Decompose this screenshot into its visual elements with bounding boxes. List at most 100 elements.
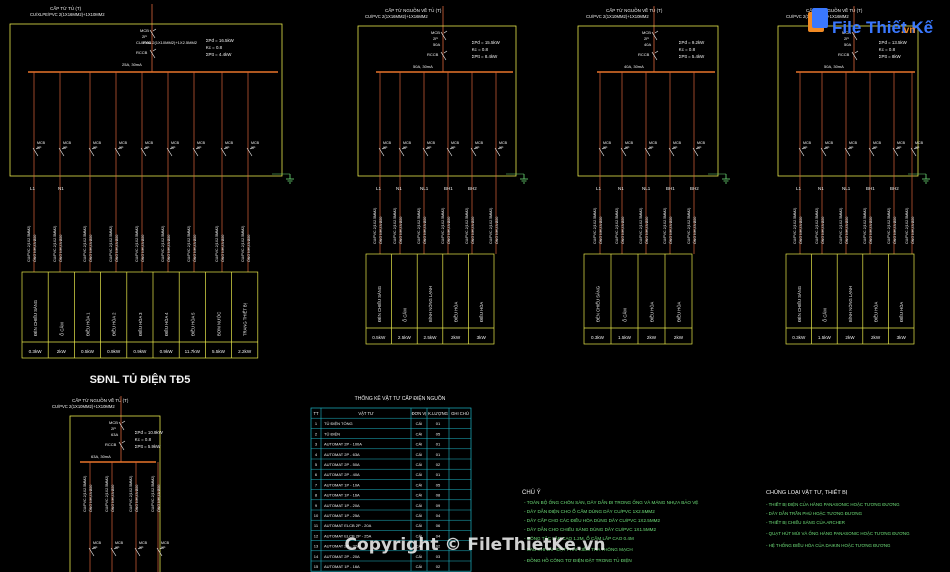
table-cell: AUTOMAT 2P - 100A: [324, 442, 362, 447]
main-rccb-label: RCCB: [136, 50, 148, 55]
legend-title: CHỦNG LOẠI VẬT TƯ, THIẾT BỊ: [766, 489, 848, 496]
legend-block: CHỦNG LOẠI VẬT TƯ, THIẾT BỊ - THIẾT BỊ Đ…: [766, 489, 910, 548]
breaker-icon: [654, 50, 659, 54]
load-name: ĐIỀU HÒA 2: [112, 312, 117, 336]
phase-label: BH2: [690, 186, 699, 191]
feeder-breaker-label: MCB: [825, 141, 834, 145]
notes-line: - DÂY DẪN CHO CHIẾU SÁNG DÙNG DÂY CU/PVC…: [524, 526, 656, 532]
load-power: 0.9kW: [160, 349, 174, 354]
table-cell: 15: [314, 564, 319, 569]
feeder-conduit-label: ỐNG NHỰA Ø20: [246, 235, 251, 262]
feeder-conduit-label: ỐNG NHỰA Ø20: [32, 235, 37, 262]
table-cell: 4: [315, 452, 318, 457]
source-cable: CU/PVC 2(1X10MM2)+1X10MM2: [586, 14, 649, 19]
feeder-conduit-label: ỐNG NHỰA Ø20: [192, 235, 197, 262]
load-power: 2.2kW: [238, 349, 252, 354]
phase-label: NL1: [642, 186, 651, 191]
load-name: ĐIỀU HÒA: [677, 302, 682, 322]
breaker-icon: [443, 50, 448, 54]
phase-label: BH1: [866, 186, 875, 191]
feeder-breaker-poles: 1P: [251, 146, 256, 150]
breaker-icon: [118, 421, 125, 431]
table-cell: 01: [436, 472, 441, 477]
panel-1: CẤP TỪ TỦ (T)CU/XLPE/PVC 2(1X16MM2)+1X10…: [9, 4, 294, 359]
feeder-conduit-label: ỐNG NHỰA Ø20: [844, 217, 849, 244]
phase-label: N1: [818, 186, 824, 191]
panel-param: Kc = 0.8: [135, 437, 152, 442]
table-cell: CÁI: [416, 431, 423, 436]
load-name: BÌNH NÓNG LẠNH: [848, 286, 853, 322]
feeder-breaker-poles: 1P: [37, 146, 42, 150]
panel-enclosure: [357, 25, 517, 177]
feeder-cable-label: CU/PVC 2(1X2.5MM2): [373, 208, 377, 244]
phase-label: N1: [618, 186, 624, 191]
table-cell: 7: [315, 482, 318, 487]
feeder-conduit-label: ỐNG NHỰA Ø20: [470, 217, 475, 244]
feeder-conduit-label: ỐNG NHỰA Ø20: [798, 217, 803, 244]
feeder-breaker-poles: 1P: [63, 146, 68, 150]
panel-param: Kc = 0.8: [206, 45, 223, 50]
feeder-breaker-poles: 1P: [475, 146, 480, 150]
table-cell: CÁI: [416, 503, 423, 508]
panel-param: ΣPđ = 10.9kW: [135, 430, 164, 435]
table-cell: 2: [315, 431, 318, 436]
feeder-cable-label: CU/PVC 2(1X2.5MM2): [863, 208, 867, 244]
notes-line: - DÂY DẪN ĐIỆN CHO Ổ CẮM DÙNG DÂY CU/PVC…: [524, 507, 655, 514]
logo-domain: .vn: [901, 25, 915, 36]
table-cell: AUTOMAT 1P - 25A: [324, 513, 360, 518]
feeder-breaker-label: MCB: [625, 141, 634, 145]
feeder-conduit-label: ỐNG NHỰA Ø20: [398, 217, 403, 244]
table-cell: CÁI: [416, 462, 423, 467]
feeder-conduit-label: ỐNG NHỰA Ø20: [620, 217, 625, 244]
feeder-cable-label: CU/PVC 2(1X2.5MM2): [393, 208, 397, 244]
panel-param: ΣPtt = 5.9kW: [135, 444, 161, 449]
load-name: ĐIỀU HÒA: [479, 302, 484, 322]
panel-param: Kc = 0.8: [679, 47, 696, 52]
feeder-conduit-label: ỐNG NHỰA Ø20: [910, 217, 915, 244]
phase-label: L1: [30, 186, 36, 191]
feeder-cable-label: CU/PVC 2(1X2.5MM2): [441, 208, 445, 244]
table-cell: CÁI: [416, 493, 423, 498]
feeder-breaker-poles: 1P: [625, 146, 630, 150]
incoming-cable: CU/PVC 2(1X10MM2)+1X2.5MM2: [136, 40, 198, 45]
table-cell: AUTOMAT 2P - 50A: [324, 462, 360, 467]
breaker-icon: [121, 420, 126, 424]
phase-label: N1: [58, 186, 64, 191]
feeder-conduit-label: ỐNG NHỰA Ø20: [668, 217, 673, 244]
load-power: 3kW: [477, 335, 487, 340]
table-cell: 01: [436, 421, 441, 426]
panel-2: CẤP TỪ NGUỒN VỀ TỦ (T)CU/PVC 2(1X16MM2)+…: [357, 6, 528, 345]
table-cell: 04: [436, 513, 441, 518]
panel-diagrams: CẤP TỪ TỦ (T)CU/XLPE/PVC 2(1X16MM2)+1X10…: [9, 4, 930, 572]
feeder-breaker-label: MCB: [225, 141, 234, 145]
load-name: Ổ CẮM: [59, 322, 64, 336]
table-header-cell: GHI CHÚ: [451, 411, 469, 416]
feeder-conduit-label: ỐNG NHỰA Ø20: [422, 217, 427, 244]
panel-4: CẤP TỪ NGUỒN VỀ TỦ (T)CU/PVC 2(1X16MM2)+…: [777, 6, 930, 345]
table-cell: 06: [436, 523, 441, 528]
table-cell: AUTOMAT 1P - 20A: [324, 503, 360, 508]
load-power: 0.5kW: [81, 349, 95, 354]
main-mcb-label: MCB: [431, 30, 440, 35]
panel-3: CẤP TỪ NGUỒN VỀ TỦ (T)CU/PVC 2(1X10MM2)+…: [577, 6, 730, 345]
feeder-breaker-label: MCB: [475, 141, 484, 145]
feeder-cable-label: CU/PVC 2(1X2.5MM2): [161, 226, 165, 262]
load-name: ĐIỀU HÒA: [650, 302, 655, 322]
feeder-cable-label: CU/PVC 2(1X2.5MM2): [663, 208, 667, 244]
breaker-icon: [440, 31, 447, 41]
feeder-cable-label: CU/PVC 2(1X2.5MM2): [839, 208, 843, 244]
feeder-breaker-label: MCB: [403, 141, 412, 145]
feeder-conduit-label: ỐNG NHỰA Ø20: [692, 217, 697, 244]
main-mcb-rating: 2P: [111, 426, 116, 431]
load-power: 2kW: [674, 335, 684, 340]
main-mcb-rating: 2P: [644, 36, 649, 41]
feeder-conduit-label: ỐNG NHỰA Ø20: [644, 217, 649, 244]
main-rccb-rating: 50A, 30mA: [824, 64, 844, 69]
table-cell: CÁI: [416, 482, 423, 487]
breaker-icon: [651, 31, 658, 41]
table-cell: 08: [436, 493, 441, 498]
feeder-cable-label: CU/PVC 2(1X2.5MM2): [151, 476, 155, 512]
feeder-breaker-poles: 1P: [603, 146, 608, 150]
source-label: CẤP TỪ NGUỒN VỀ TỦ (T): [72, 397, 129, 403]
feeder-conduit-label: ỐNG NHỰA Ø20: [134, 485, 139, 512]
